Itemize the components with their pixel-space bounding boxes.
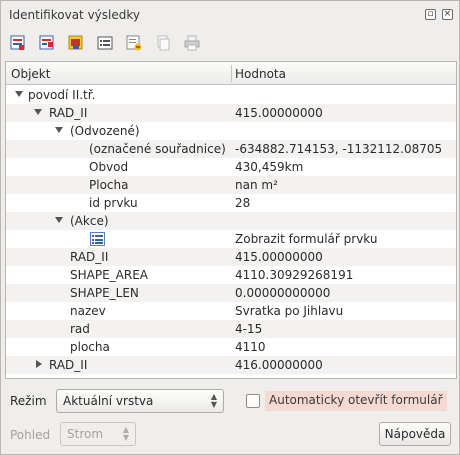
tree-row-action-form[interactable]: Zobrazit formulář prvku (6, 230, 456, 248)
tree-row-value: 0.00000000000 (235, 286, 331, 300)
tree-row-actions[interactable]: (Akce) (6, 212, 456, 230)
tree-row-value: Svratka po Jihlavu (235, 304, 344, 318)
tree-row-attribute[interactable]: (označené souřadnice) -634882.714153, -1… (6, 140, 456, 158)
tree-row-attribute[interactable]: plocha 4110 (6, 338, 456, 356)
mode-select-value: Aktuální vrstva (63, 394, 154, 408)
spinner-arrows-icon: ▲ ▼ (210, 392, 217, 409)
float-icon[interactable]: ▫ (425, 9, 436, 20)
expand-new-features-icon[interactable] (65, 32, 87, 54)
toolbar (7, 32, 447, 54)
tree-row-label: (označené souřadnice) (89, 142, 226, 156)
collapse-tree-icon[interactable] (36, 32, 58, 54)
tree-row-value: nan m² (235, 178, 278, 192)
help-button[interactable]: Nápověda (379, 422, 451, 446)
column-header-object[interactable]: Objekt (11, 67, 50, 81)
tree-row-label: povodí II.tř. (28, 88, 96, 102)
expand-arrow-icon[interactable] (34, 109, 42, 115)
column-separator[interactable] (231, 65, 232, 82)
tree-row-attribute[interactable]: Obvod 430,459km (6, 158, 456, 176)
copy-icon[interactable] (152, 32, 174, 54)
auto-open-form-checkbox[interactable] (246, 394, 260, 408)
tree-row-attribute[interactable]: id prvku 28 (6, 194, 456, 212)
results-tree[interactable]: Objekt Hodnota povodí II.tř. RAD_II 415.… (5, 61, 457, 379)
mode-select[interactable]: Aktuální vrstva ▲ ▼ (56, 389, 224, 413)
tree-row-value: 430,459km (235, 160, 304, 174)
tree-row-attribute[interactable]: SHAPE_AREA 4110.30929268191 (6, 266, 456, 284)
tree-row-label: (Odvozené) (70, 124, 140, 138)
close-icon[interactable]: × (442, 9, 453, 20)
tree-row-label: SHAPE_LEN (70, 286, 139, 300)
tree-row-label: (Akce) (70, 214, 109, 228)
spinner-arrows-icon: ▲ ▼ (122, 425, 129, 442)
tree-row-label: RAD_II (49, 358, 88, 372)
tree-row-label: rad (70, 322, 90, 336)
view-label: Pohled (10, 428, 51, 442)
clear-results-icon[interactable] (123, 32, 145, 54)
panel-title: Identifikovat výsledky (9, 8, 140, 22)
tree-row-value: 28 (235, 196, 251, 210)
tree-row-value: 415.00000000 (235, 250, 323, 264)
auto-open-form-label[interactable]: Automaticky otevřít formulář (265, 391, 447, 411)
form-icon[interactable] (90, 232, 105, 249)
tree-row-feature[interactable]: RAD_II 415.00000000 (6, 104, 456, 122)
tree-row-value: -634882.714153, -1132112.08705 (235, 142, 443, 156)
expand-arrow-icon[interactable] (55, 127, 63, 133)
tree-header: Objekt Hodnota (6, 62, 456, 85)
tree-row-label: RAD_II (70, 250, 109, 264)
tree-row-derived[interactable]: (Odvozené) (6, 122, 456, 140)
tree-row-attribute[interactable]: Plocha nan m² (6, 176, 456, 194)
tree-row-value: 4110 (235, 340, 266, 354)
print-icon[interactable] (181, 32, 203, 54)
identify-results-panel: Identifikovat výsledky ▫ × Objekt Hodnot… (0, 0, 460, 455)
tree-row-value: 4110.30929268191 (235, 268, 354, 282)
tree-row-label: Obvod (89, 160, 129, 174)
view-select[interactable]: Strom ▲ ▼ (60, 422, 136, 446)
expand-arrow-icon[interactable] (15, 91, 23, 97)
open-feature-form-action[interactable]: Zobrazit formulář prvku (235, 232, 377, 246)
tree-row-label: nazev (70, 304, 106, 318)
tree-row-attribute[interactable]: SHAPE_LEN 0.00000000000 (6, 284, 456, 302)
tree-row-value: 416.00000000 (235, 358, 323, 372)
tree-row-label: plocha (70, 340, 110, 354)
tree-row-label: id prvku (89, 196, 138, 210)
tree-row-value: 415.00000000 (235, 106, 323, 120)
expand-tree-icon[interactable] (7, 32, 29, 54)
expand-arrow-icon[interactable] (55, 217, 63, 223)
view-select-value: Strom (67, 427, 104, 441)
tree-row-layer[interactable]: povodí II.tř. (6, 86, 456, 104)
column-header-value[interactable]: Hodnota (235, 67, 286, 81)
open-form-icon[interactable] (94, 32, 116, 54)
tree-row-label: Plocha (89, 178, 129, 192)
tree-row-feature[interactable]: RAD_II 416.00000000 (6, 356, 456, 374)
tree-row-value: 4-15 (235, 322, 263, 336)
title-bar: Identifikovat výsledky ▫ × (1, 1, 459, 28)
collapsed-arrow-icon[interactable] (36, 360, 42, 368)
tree-row-attribute[interactable]: rad 4-15 (6, 320, 456, 338)
tree-row-attribute[interactable]: RAD_II 415.00000000 (6, 248, 456, 266)
tree-row-attribute[interactable]: nazev Svratka po Jihlavu (6, 302, 456, 320)
tree-row-label: SHAPE_AREA (70, 268, 149, 282)
mode-label: Režim (10, 394, 47, 408)
tree-row-label: RAD_II (49, 106, 88, 120)
